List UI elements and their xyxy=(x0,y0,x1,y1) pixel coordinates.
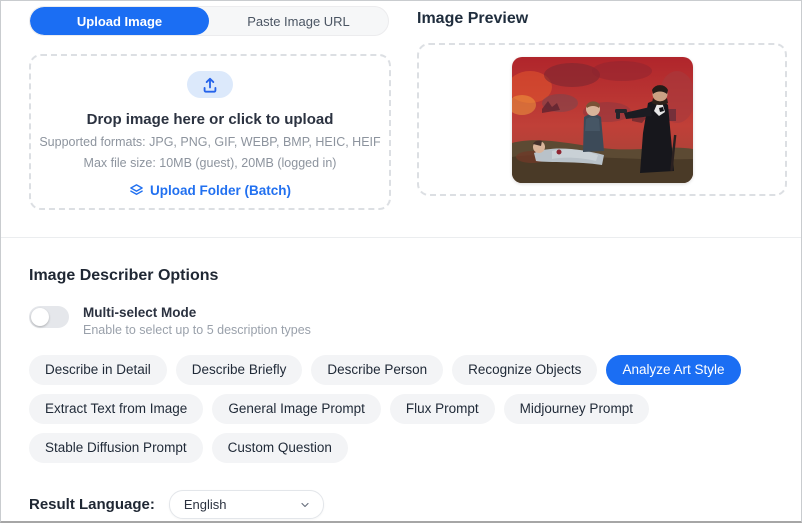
image-preview-box xyxy=(417,43,787,196)
chip-describe-in-detail[interactable]: Describe in Detail xyxy=(29,355,167,385)
multi-select-label: Multi-select Mode xyxy=(83,305,311,320)
chip-flux-prompt[interactable]: Flux Prompt xyxy=(390,394,495,424)
image-dropzone[interactable]: Drop image here or click to upload Suppo… xyxy=(29,54,391,210)
upload-preview-section: Upload Image Paste Image URL Drop image … xyxy=(1,1,801,210)
describer-options-heading: Image Describer Options xyxy=(29,267,773,285)
describer-options-section: Image Describer Options Multi-select Mod… xyxy=(1,267,801,519)
result-language-select[interactable]: English xyxy=(169,490,324,519)
chip-describe-person[interactable]: Describe Person xyxy=(311,355,443,385)
upload-source-tabs: Upload Image Paste Image URL xyxy=(29,6,389,36)
upload-column: Upload Image Paste Image URL Drop image … xyxy=(29,6,391,210)
image-preview-heading: Image Preview xyxy=(417,6,787,28)
toggle-knob xyxy=(31,308,49,326)
dropzone-max-size: Max file size: 10MB (guest), 20MB (logge… xyxy=(84,156,337,170)
multi-select-description: Enable to select up to 5 description typ… xyxy=(83,323,311,337)
chip-midjourney-prompt[interactable]: Midjourney Prompt xyxy=(504,394,649,424)
section-divider xyxy=(1,237,801,238)
upload-folder-batch-link[interactable]: Upload Folder (Batch) xyxy=(129,183,291,198)
multi-select-toggle[interactable] xyxy=(29,306,69,328)
preview-image xyxy=(512,57,693,183)
result-language-value: English xyxy=(184,497,227,512)
layers-icon xyxy=(129,183,144,198)
chip-general-image-prompt[interactable]: General Image Prompt xyxy=(212,394,381,424)
chip-extract-text-from-image[interactable]: Extract Text from Image xyxy=(29,394,203,424)
chip-analyze-art-style[interactable]: Analyze Art Style xyxy=(606,355,740,385)
preview-column: Image Preview xyxy=(417,6,787,210)
chip-stable-diffusion-prompt[interactable]: Stable Diffusion Prompt xyxy=(29,433,203,463)
description-type-chips: Describe in Detail Describe Briefly Desc… xyxy=(29,355,773,463)
result-language-row: Result Language: English xyxy=(29,490,773,519)
dropzone-title: Drop image here or click to upload xyxy=(87,111,334,128)
tab-upload-image[interactable]: Upload Image xyxy=(30,7,209,35)
dropzone-formats: Supported formats: JPG, PNG, GIF, WEBP, … xyxy=(39,135,380,149)
multi-select-row: Multi-select Mode Enable to select up to… xyxy=(29,305,773,337)
multi-select-text: Multi-select Mode Enable to select up to… xyxy=(83,305,311,337)
chip-custom-question[interactable]: Custom Question xyxy=(212,433,348,463)
chip-recognize-objects[interactable]: Recognize Objects xyxy=(452,355,597,385)
result-language-label: Result Language: xyxy=(29,496,155,513)
upload-icon xyxy=(187,71,233,98)
image-describer-app: Upload Image Paste Image URL Drop image … xyxy=(0,0,802,523)
chip-describe-briefly[interactable]: Describe Briefly xyxy=(176,355,303,385)
upload-folder-batch-label: Upload Folder (Batch) xyxy=(150,183,291,198)
tab-paste-image-url[interactable]: Paste Image URL xyxy=(209,7,388,35)
chevron-down-icon xyxy=(299,499,311,511)
